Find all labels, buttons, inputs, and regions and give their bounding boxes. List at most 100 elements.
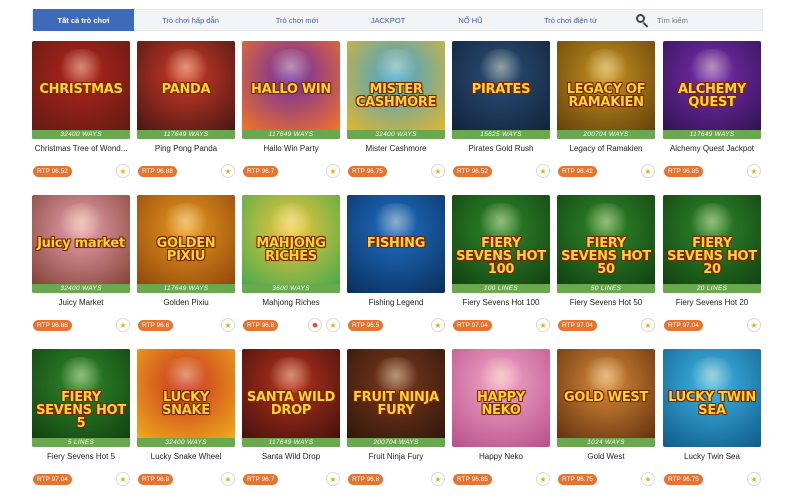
game-thumbnail[interactable]: FIERY SEVENS HOT 50 50 LINES [557, 195, 655, 293]
game-thumbnail[interactable]: GOLD WEST 1024 WAYS [557, 349, 655, 447]
game-card[interactable]: HALLO WIN 117649 WAYS Hallo Win Party RTP 9… [242, 41, 340, 182]
star-icon[interactable]: ★ [641, 318, 655, 332]
star-icon[interactable]: ★ [536, 472, 550, 486]
game-name[interactable]: Santa Wild Drop [242, 452, 340, 461]
game-thumbnail[interactable]: Juicy market 32400 WAYS [32, 195, 130, 293]
game-name[interactable]: Fiery Sevens Hot 50 [557, 298, 655, 307]
game-card[interactable]: LUCKY TWIN SEA Lucky Twin Sea RTP 96.75 ★ [663, 349, 761, 490]
game-name[interactable]: Golden Pixiu [137, 298, 235, 307]
game-name[interactable]: Lucky Twin Sea [663, 452, 761, 461]
game-name[interactable]: Juicy Market [32, 298, 130, 307]
game-name[interactable]: Mahjong Riches [242, 298, 340, 307]
star-icon[interactable]: ★ [747, 164, 761, 178]
search-input[interactable] [657, 15, 747, 25]
game-name[interactable]: Pirates Gold Rush [452, 144, 550, 153]
game-name[interactable]: Christmas Tree of Wond... [32, 144, 130, 153]
game-card[interactable]: SANTA WILD DROP 117649 WAYS Santa Wild Dro… [242, 349, 340, 490]
game-name[interactable]: Hallo Win Party [242, 144, 340, 153]
game-artwork-highlight [687, 357, 737, 393]
game-thumbnail[interactable]: FISHING [347, 195, 445, 293]
game-card[interactable]: FIERY SEVENS HOT 5 5 LINES Fiery Sevens Ho… [32, 349, 130, 490]
star-icon[interactable]: ★ [116, 318, 130, 332]
game-name[interactable]: Mister Cashmore [347, 144, 445, 153]
game-thumbnail[interactable]: FIERY SEVENS HOT 20 20 LINES [663, 195, 761, 293]
ways-label: 20 LINES [663, 284, 761, 293]
game-card[interactable]: GOLD WEST 1024 WAYS Gold West RTP 96.75 ★ [557, 349, 655, 490]
game-name[interactable]: Fishing Legend [347, 298, 445, 307]
tab-jackpot[interactable]: JACKPOT [347, 9, 429, 31]
game-card[interactable]: GOLDEN PIXIU 117649 WAYS Golden Pixiu RTP 9… [137, 195, 235, 336]
game-card[interactable]: FIERY SEVENS HOT 50 50 LINES Fiery Sevens … [557, 195, 655, 336]
star-icon[interactable]: ★ [536, 164, 550, 178]
star-icon[interactable]: ★ [116, 164, 130, 178]
game-thumbnail[interactable]: PANDA 117649 WAYS [137, 41, 235, 139]
game-card[interactable]: FIERY SEVENS HOT 20 20 LINES Fiery Sevens … [663, 195, 761, 336]
ways-label: 117649 WAYS [242, 130, 340, 139]
game-name[interactable]: Happy Neko [452, 452, 550, 461]
game-card[interactable]: LEGACY OF RAMAKIEN 200704 WAYS Legacy of R… [557, 41, 655, 182]
tab-new-games[interactable]: Trò chơi mới [247, 9, 347, 31]
game-thumbnail[interactable]: FIERY SEVENS HOT 5 5 LINES [32, 349, 130, 447]
star-icon[interactable]: ★ [536, 318, 550, 332]
search-box[interactable] [629, 9, 762, 31]
game-card[interactable]: HAPPY NEKO Happy Neko RTP 96.85 ★ [452, 349, 550, 490]
game-thumbnail[interactable]: LUCKY TWIN SEA [663, 349, 761, 447]
game-name[interactable]: Fruit Ninja Fury [347, 452, 445, 461]
game-name[interactable]: Ping Pong Panda [137, 144, 235, 153]
game-thumbnail[interactable]: SANTA WILD DROP 117649 WAYS [242, 349, 340, 447]
tab-all-games[interactable]: Tất cả trò chơi [33, 9, 134, 31]
game-card[interactable]: MAHJONG RICHES 3600 WAYS Mahjong Riches RTP… [242, 195, 340, 336]
game-card[interactable]: FIERY SEVENS HOT 100 100 LINES Fiery Seven… [452, 195, 550, 336]
game-name[interactable]: Fiery Sevens Hot 20 [663, 298, 761, 307]
game-card[interactable]: LUCKY SNAKE 32400 WAYS Lucky Snake Wheel RT… [137, 349, 235, 490]
game-card[interactable]: Juicy market 32400 WAYS Juicy Market RTP 96… [32, 195, 130, 336]
star-icon[interactable]: ★ [747, 318, 761, 332]
star-icon[interactable]: ★ [326, 472, 340, 486]
game-card[interactable]: PIRATES 15625 WAYS Pirates Gold Rush RTP 96… [452, 41, 550, 182]
star-icon[interactable]: ★ [747, 472, 761, 486]
game-logo-text: GOLD WEST [563, 390, 649, 405]
game-thumbnail[interactable]: MISTER CASHMORE 32400 WAYS [347, 41, 445, 139]
star-icon[interactable]: ★ [221, 318, 235, 332]
game-thumbnail[interactable]: PIRATES 15625 WAYS [452, 41, 550, 139]
game-thumbnail[interactable]: CHRISTMAS 32400 WAYS [32, 41, 130, 139]
game-name[interactable]: Fiery Sevens Hot 5 [32, 452, 130, 461]
star-icon[interactable]: ★ [221, 164, 235, 178]
game-thumbnail[interactable]: ALCHEMY QUEST 117649 WAYS [663, 41, 761, 139]
game-artwork-highlight [687, 203, 737, 239]
star-icon[interactable]: ★ [116, 472, 130, 486]
tab-hot-games[interactable]: Trò chơi hấp dẫn [134, 9, 247, 31]
game-thumbnail[interactable]: FIERY SEVENS HOT 100 100 LINES [452, 195, 550, 293]
game-card[interactable]: ALCHEMY QUEST 117649 WAYS Alchemy Quest Ja… [663, 41, 761, 182]
ways-label: 50 LINES [557, 284, 655, 293]
game-name[interactable]: Alchemy Quest Jackpot [663, 144, 761, 153]
game-name[interactable]: Gold West [557, 452, 655, 461]
star-icon[interactable]: ★ [641, 472, 655, 486]
game-thumbnail[interactable]: HAPPY NEKO [452, 349, 550, 447]
game-card[interactable]: CHRISTMAS 32400 WAYS Christmas Tree of Won… [32, 41, 130, 182]
search-icon[interactable] [635, 13, 649, 28]
game-thumbnail[interactable]: GOLDEN PIXIU 117649 WAYS [137, 195, 235, 293]
game-thumbnail[interactable]: HALLO WIN 117649 WAYS [242, 41, 340, 139]
ways-label: 1024 WAYS [557, 438, 655, 447]
star-icon[interactable]: ★ [431, 164, 445, 178]
game-name[interactable]: Lucky Snake Wheel [137, 452, 235, 461]
game-card[interactable]: FISHING Fishing Legend RTP 96.5 ★ [347, 195, 445, 336]
game-thumbnail[interactable]: FRUIT NINJA FURY 200704 WAYS [347, 349, 445, 447]
game-card[interactable]: FRUIT NINJA FURY 200704 WAYS Fruit Ninja F… [347, 349, 445, 490]
star-icon[interactable]: ★ [641, 164, 655, 178]
game-thumbnail[interactable]: MAHJONG RICHES 3600 WAYS [242, 195, 340, 293]
game-name[interactable]: Fiery Sevens Hot 100 [452, 298, 550, 307]
game-thumbnail[interactable]: LEGACY OF RAMAKIEN 200704 WAYS [557, 41, 655, 139]
star-icon[interactable]: ★ [431, 472, 445, 486]
game-name[interactable]: Legacy of Ramakien [557, 144, 655, 153]
tab-no-hu[interactable]: NỔ HŨ [429, 9, 512, 31]
game-card[interactable]: PANDA 117649 WAYS Ping Pong Panda RTP 96.88… [137, 41, 235, 182]
game-thumbnail[interactable]: LUCKY SNAKE 32400 WAYS [137, 349, 235, 447]
star-icon[interactable]: ★ [326, 318, 340, 332]
game-card[interactable]: MISTER CASHMORE 32400 WAYS Mister Cashmore… [347, 41, 445, 182]
star-icon[interactable]: ★ [431, 318, 445, 332]
tab-electronic-games[interactable]: Trò chơi điện tử [512, 9, 629, 31]
star-icon[interactable]: ★ [221, 472, 235, 486]
star-icon[interactable]: ★ [326, 164, 340, 178]
